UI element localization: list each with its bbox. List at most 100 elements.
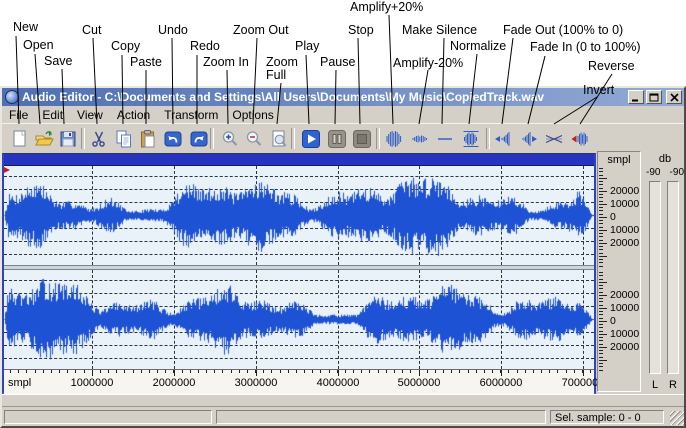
annotation-label: New — [13, 21, 38, 34]
annotation-label: Stop — [348, 24, 374, 37]
waveform-canvas-2[interactable] — [4, 270, 594, 369]
copy-icon — [114, 129, 134, 149]
cut-icon — [89, 129, 109, 149]
toolbar-redo-button[interactable] — [188, 127, 210, 151]
maximize-icon — [649, 93, 659, 102]
pause-icon — [327, 129, 347, 149]
toolbar-zoom-out-button[interactable] — [243, 127, 265, 151]
annotation-label: Zoom Full — [266, 56, 298, 82]
amplitude-scale-label: 0 — [610, 212, 616, 222]
time-ruler-label: 2000000 — [139, 377, 209, 389]
new-icon — [10, 129, 30, 149]
waveform-channel-right[interactable] — [4, 270, 594, 369]
toolbar-reverse-button[interactable] — [569, 127, 591, 151]
annotation-label: Zoom In — [203, 56, 249, 69]
save-icon — [58, 129, 78, 149]
amplitude-scale-label: 10000 — [610, 199, 639, 209]
toolbar-separator — [486, 128, 490, 149]
annotation-label: Open — [23, 39, 54, 52]
zoom-out-icon — [244, 129, 264, 149]
toolbar-make-silence-button[interactable] — [434, 127, 456, 151]
annotation-label: Fade In (0 to 100%) — [530, 41, 640, 54]
close-button[interactable] — [666, 90, 682, 104]
annotation-label: Copy — [111, 40, 140, 53]
menu-item-edit[interactable]: Edit — [35, 107, 70, 123]
toolbar-invert-button[interactable] — [543, 127, 565, 151]
amplitude-scale-label: 20000 — [610, 290, 639, 300]
annotation-label: Redo — [190, 40, 220, 53]
resize-grip[interactable] — [670, 411, 684, 425]
toolbar-stop-button[interactable] — [351, 127, 373, 151]
sample-ruler: smpl 10000002000000300000040000005000000… — [4, 369, 594, 394]
time-ruler-label: 1000000 — [57, 377, 127, 389]
title-bar[interactable]: Audio Editor - C:\Documents and Settings… — [2, 88, 684, 106]
amplitude-scale-channel-left: 200001000001000020000 — [598, 167, 640, 266]
toolbar-normalize-button[interactable] — [460, 127, 482, 151]
annotation-label: Amplify-20% — [393, 57, 463, 70]
toolbar-zoom-in-button[interactable] — [219, 127, 241, 151]
meter-label-right: R — [667, 379, 679, 391]
toolbar-separator — [291, 128, 295, 149]
paste-icon — [138, 129, 158, 149]
toolbar-separator — [210, 128, 214, 149]
toolbar-pause-button[interactable] — [326, 127, 348, 151]
reverse-icon — [570, 129, 590, 149]
amplify-plus-icon — [384, 129, 404, 149]
menu-item-options[interactable]: Options — [225, 107, 280, 123]
menu-item-view[interactable]: View — [70, 107, 110, 123]
level-meter-right — [667, 181, 679, 374]
toolbar-play-button[interactable] — [300, 127, 322, 151]
menu-item-action[interactable]: Action — [110, 107, 157, 123]
audio-editor-window: Audio Editor - C:\Documents and Settings… — [0, 86, 686, 428]
db-scale-row: -90 -90 — [646, 167, 684, 178]
horizontal-scrollbar[interactable] — [2, 394, 684, 407]
amplitude-scale-label: 0 — [610, 316, 616, 326]
maximize-button[interactable] — [646, 90, 662, 104]
level-meter-area: db -90 -90 L R — [646, 151, 684, 403]
minimize-button[interactable] — [628, 90, 644, 104]
menu-item-file[interactable]: File — [2, 107, 35, 123]
toolbar-undo-button[interactable] — [162, 127, 184, 151]
amplitude-scale-channel-right: 200001000001000020000 — [598, 271, 640, 370]
toolbar-amplify-plus-button[interactable] — [383, 127, 405, 151]
toolbar-paste-button[interactable] — [137, 127, 159, 151]
open-icon — [34, 129, 54, 149]
toolbar-fade-out-button[interactable] — [492, 127, 514, 151]
status-bar: Sel. sample: 0 - 0 — [2, 408, 684, 426]
toolbar-cut-button[interactable] — [88, 127, 110, 151]
make-silence-icon — [435, 129, 455, 149]
toolbar-new-button[interactable] — [9, 127, 31, 151]
toolbar-save-button[interactable] — [57, 127, 79, 151]
waveform-canvas-1[interactable] — [4, 166, 594, 265]
toolbar — [2, 123, 684, 154]
window-title: Audio Editor - C:\Documents and Settings… — [22, 90, 544, 104]
close-icon — [670, 93, 679, 102]
toolbar-copy-button[interactable] — [113, 127, 135, 151]
fade-in-icon — [519, 129, 539, 149]
toolbar-separator — [81, 128, 85, 149]
amplitude-scale-label: 20000 — [610, 342, 639, 352]
normalize-icon — [461, 129, 481, 149]
invert-icon — [544, 129, 564, 149]
time-ruler-label: 4000000 — [303, 377, 373, 389]
db-min-right: -90 — [670, 167, 684, 178]
toolbar-open-button[interactable] — [33, 127, 55, 151]
amplitude-scale-header: smpl — [598, 154, 640, 166]
annotation-label: Amplify+20% — [350, 1, 423, 14]
waveform-channel-left[interactable] — [4, 166, 594, 265]
waveform-panel: smpl 10000002000000300000040000005000000… — [2, 153, 596, 394]
undo-icon — [163, 129, 183, 149]
toolbar-fade-in-button[interactable] — [518, 127, 540, 151]
time-ruler-label: 6000000 — [466, 377, 536, 389]
amplitude-scale-column: smpl 200001000001000020000 2000010000010… — [597, 151, 641, 392]
overview-position-bar[interactable] — [4, 154, 594, 166]
annotation-label: Fade Out (100% to 0) — [503, 24, 623, 37]
toolbar-separator — [376, 128, 380, 149]
redo-icon — [189, 129, 209, 149]
menu-item-transform[interactable]: Transform — [157, 107, 225, 123]
amplitude-scale-label: 10000 — [610, 303, 639, 313]
app-icon — [5, 90, 19, 104]
toolbar-amplify-minus-button[interactable] — [409, 127, 431, 151]
toolbar-zoom-full-button[interactable] — [268, 127, 290, 151]
amplitude-scale-label: 10000 — [610, 225, 639, 235]
